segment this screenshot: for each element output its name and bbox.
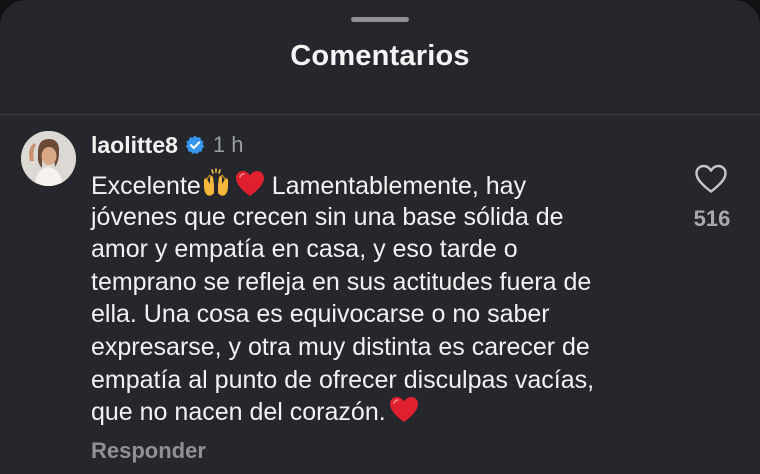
red-heart-emoji xyxy=(389,397,418,423)
comment-text: Excelente Lamentablemente, hay jóvenes q… xyxy=(91,168,681,429)
comment-line: amor y empatía en casa, y eso tarde o xyxy=(91,235,518,264)
timestamp: 1 h xyxy=(212,132,244,157)
sheet-title: Comentarios xyxy=(290,40,470,72)
drag-handle[interactable] xyxy=(351,17,409,22)
comment-text-segment: Lamentablemente, hay xyxy=(264,172,527,200)
comment-line: Excelente Lamentablemente, hay xyxy=(91,168,681,201)
reply-button[interactable]: Responder xyxy=(91,438,206,464)
comment-text-segment: Excelente xyxy=(91,172,201,200)
red-heart-emoji xyxy=(235,171,264,196)
username[interactable]: laolitte8 xyxy=(91,132,178,159)
comment-line: temprano se refleja en sus actitudes fue… xyxy=(91,267,592,296)
header-divider xyxy=(0,114,760,115)
verified-badge-icon xyxy=(185,135,205,155)
comment-line: ella. Una cosa es equivocarse o no saber xyxy=(91,300,550,329)
comment-header: laolitte8 1 h xyxy=(91,131,244,159)
avatar-image xyxy=(21,131,76,186)
raising-hands-emoji xyxy=(203,168,228,196)
heart-outline-icon[interactable] xyxy=(694,164,728,194)
comment-line: que no nacen del corazón. xyxy=(91,396,681,429)
comments-sheet: Comentarios laolitte8 1 h Excelente Lame… xyxy=(0,0,760,474)
comment-text-segment: que no nacen del corazón. xyxy=(91,398,386,427)
comment-line: expresarse, y otra muy distinta es carec… xyxy=(91,332,590,361)
comment-line: jóvenes que crecen sin una base sólida d… xyxy=(91,202,564,231)
avatar[interactable] xyxy=(21,131,76,186)
comment-line: empatía al punto de ofrecer disculpas va… xyxy=(91,365,595,394)
like-count: 516 xyxy=(693,206,731,231)
